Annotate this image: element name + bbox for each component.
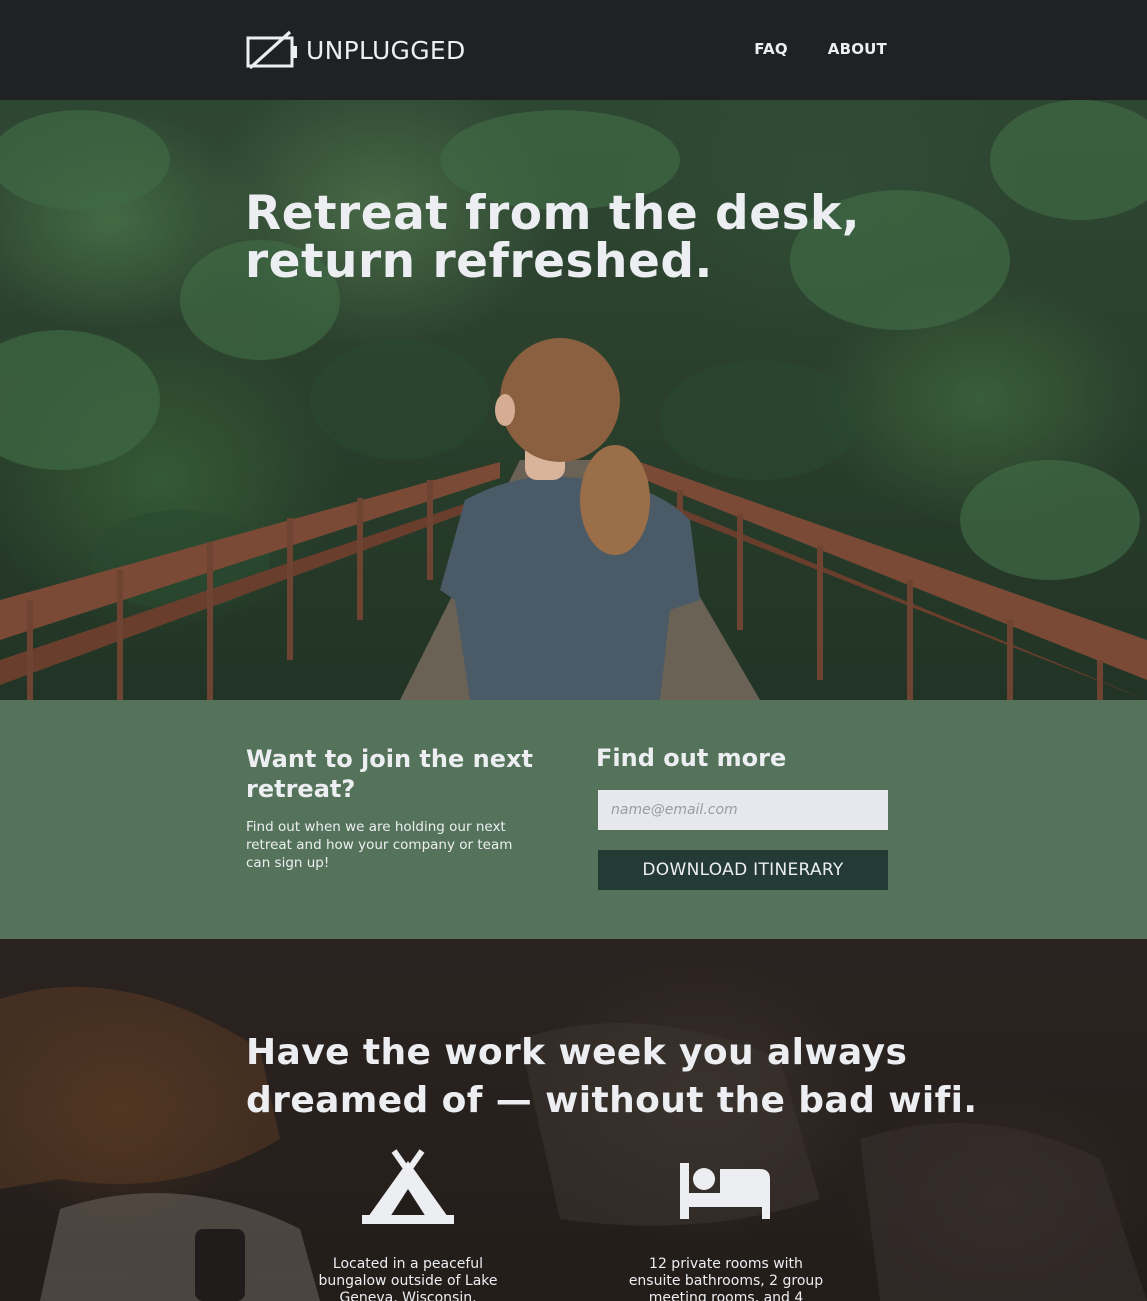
feature-text-rooms: 12 private rooms with ensuite bathrooms,… <box>628 1256 824 1301</box>
email-input[interactable] <box>598 790 888 830</box>
find-out-more-title: Find out more <box>596 744 787 772</box>
signup-title: Want to join the next retreat? <box>246 745 533 803</box>
features-title-line-2: dreamed of — without the bad wifi. <box>246 1080 978 1121</box>
no-screen-icon <box>246 30 297 70</box>
main-nav: FAQ ABOUT <box>754 40 887 58</box>
nav-link-faq[interactable]: FAQ <box>754 40 788 58</box>
hero-title-line-1: Retreat from the desk, <box>245 186 861 241</box>
feature-item-location: Located in a peaceful bungalow outside o… <box>308 1149 508 1301</box>
feature-item-rooms: 12 private rooms with ensuite bathrooms,… <box>626 1149 826 1301</box>
brand-name: UNPLUGGED <box>306 35 466 65</box>
site-header: UNPLUGGED FAQ ABOUT <box>0 0 1147 100</box>
features-title: Have the work week you always dreamed of… <box>246 1029 978 1125</box>
tent-icon <box>362 1149 454 1224</box>
brand-logo[interactable]: UNPLUGGED <box>246 30 466 70</box>
signup-description: Find out when we are holding our next re… <box>246 819 513 871</box>
features-section: Have the work week you always dreamed of… <box>0 939 1147 1301</box>
signup-section: Want to join the next retreat? Find out … <box>0 700 1147 939</box>
nav-link-about[interactable]: ABOUT <box>828 40 887 58</box>
hero-section: Retreat from the desk, return refreshed. <box>0 100 1147 700</box>
features-title-line-1: Have the work week you always <box>246 1032 908 1073</box>
bed-icon <box>680 1163 770 1219</box>
feature-text-location: Located in a peaceful bungalow outside o… <box>318 1256 498 1301</box>
download-itinerary-button[interactable]: DOWNLOAD ITINERARY <box>598 850 888 890</box>
hero-title: Retreat from the desk, return refreshed. <box>245 190 860 286</box>
hero-title-line-2: return refreshed. <box>245 234 713 289</box>
